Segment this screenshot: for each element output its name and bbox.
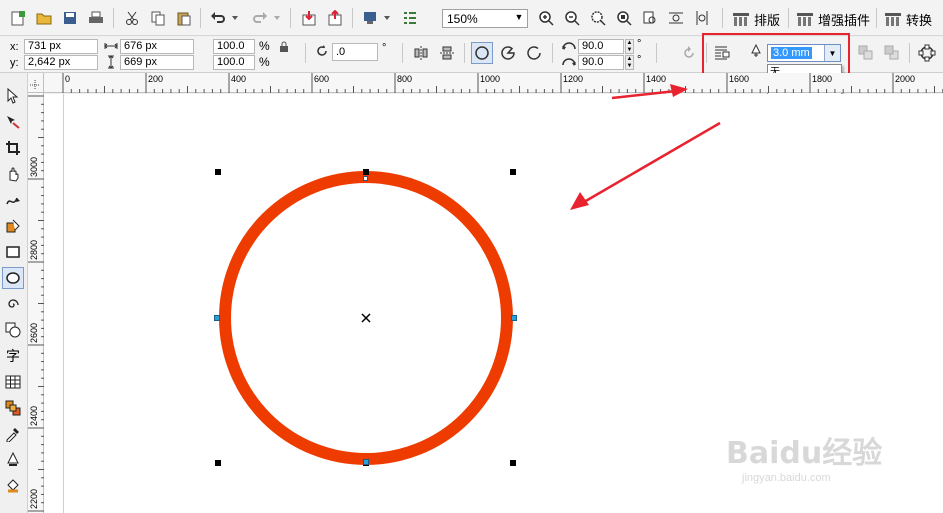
- watermark-main-text: Baidu经验: [726, 436, 883, 471]
- annotation-arrow: [611, 89, 677, 100]
- coreldraw-window: 150% ▼ 排版 增强插件 转换 x: 731 px y: 2,642 px …: [0, 0, 943, 513]
- baidu-watermark: Baidu经验 jingyan.baidu.com: [722, 428, 922, 498]
- watermark-sub-text: jingyan.baidu.com: [742, 472, 831, 484]
- arrow-head: [570, 192, 589, 210]
- annotation-arrow: [583, 121, 721, 204]
- arrow-head: [670, 84, 688, 97]
